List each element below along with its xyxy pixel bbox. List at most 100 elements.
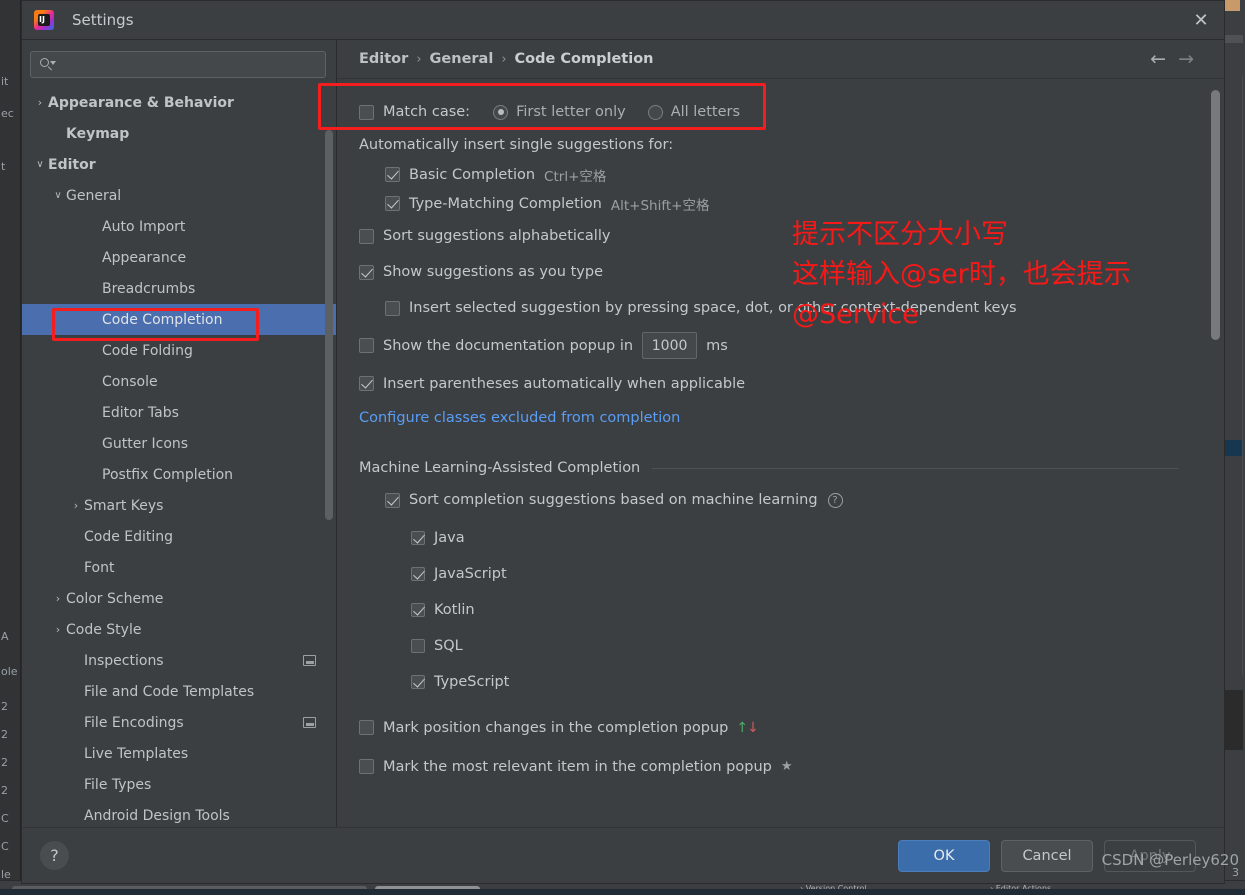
sidebar-item-general[interactable]: ∨ General — [22, 180, 336, 211]
sidebar-item-inspections[interactable]: Inspections — [22, 645, 336, 676]
sidebar-item-code-style[interactable]: › Code Style — [22, 614, 336, 645]
arrow-left-icon[interactable]: ← — [1150, 49, 1166, 69]
close-icon[interactable]: ✕ — [1178, 1, 1224, 39]
search-box[interactable] — [30, 51, 326, 78]
type-matching-completion-shortcut: Alt+Shift+空格 — [610, 197, 710, 214]
sidebar-item-font[interactable]: Font — [22, 552, 336, 583]
ml-language-list: Java JavaScript Kotlin SQL TypeScript — [359, 520, 1224, 700]
apply-button: Apply — [1104, 839, 1196, 872]
ml-language-label: SQL — [434, 638, 463, 654]
background-left-label: ole — [1, 665, 18, 678]
sidebar-item-smart-keys[interactable]: › Smart Keys — [22, 490, 336, 521]
sidebar-item-label: Live Templates — [84, 745, 189, 762]
ml-language-label: Kotlin — [434, 602, 475, 618]
ok-button[interactable]: OK — [898, 839, 990, 872]
basic-completion-label: Basic Completion — [409, 166, 536, 183]
sidebar-item-editor[interactable]: ∨ Editor — [22, 149, 336, 180]
sidebar-item-editor-tabs[interactable]: Editor Tabs — [22, 397, 336, 428]
mark-position-checkbox[interactable] — [359, 720, 374, 735]
sort-ml-checkbox[interactable] — [385, 492, 400, 508]
chevron-right-icon[interactable]: › — [50, 593, 66, 604]
sidebar-item-android-design-tools[interactable]: Android Design Tools — [22, 800, 336, 827]
sidebar-item-code-editing[interactable]: Code Editing — [22, 521, 336, 552]
sidebar-item-code-folding[interactable]: Code Folding — [22, 335, 336, 366]
doc-popup-checkbox[interactable] — [359, 338, 374, 353]
sort-alphabetically-checkbox[interactable] — [359, 228, 374, 244]
sidebar-item-postfix-completion[interactable]: Postfix Completion — [22, 459, 336, 490]
all-letters-radio[interactable] — [647, 104, 663, 120]
type-matching-completion-checkbox[interactable] — [385, 196, 400, 211]
ml-language-row-typescript: TypeScript — [411, 664, 1224, 700]
insert-selected-suggestion-checkbox[interactable] — [385, 300, 400, 316]
all-letters-label: All letters — [670, 104, 741, 120]
ml-language-checkbox-typescript[interactable] — [411, 675, 425, 689]
sidebar-item-appearance[interactable]: Appearance — [22, 242, 336, 273]
sidebar-item-auto-import[interactable]: Auto Import — [22, 211, 336, 242]
sidebar-item-code-completion[interactable]: Code Completion — [22, 304, 336, 335]
match-case-checkbox[interactable] — [359, 104, 374, 120]
project-scope-icon — [303, 655, 316, 666]
sidebar-item-file-encodings[interactable]: File Encodings — [22, 707, 336, 738]
ml-language-checkbox-javascript[interactable] — [411, 567, 425, 581]
match-case-row: Match case: First letter only All letter… — [359, 95, 1224, 129]
search-container — [22, 40, 336, 87]
project-scope-icon — [303, 717, 316, 728]
chevron-right-icon[interactable]: › — [50, 624, 66, 635]
dialog-title: Settings — [72, 11, 134, 29]
chevron-down-icon[interactable]: ∨ — [32, 159, 48, 170]
sidebar-item-breadcrumbs[interactable]: Breadcrumbs — [22, 273, 336, 304]
first-letter-only-radio[interactable] — [493, 104, 509, 120]
search-input[interactable] — [60, 57, 317, 72]
insert-parentheses-checkbox[interactable] — [359, 376, 374, 391]
settings-content: Editor › General › Code Completion ← → M… — [337, 40, 1224, 827]
ml-language-row-java: Java — [411, 520, 1224, 556]
sort-alphabetically-row: Sort suggestions alphabetically — [359, 218, 1224, 254]
background-left-label: ec — [1, 107, 14, 120]
settings-dialog: IJ Settings ✕ › Appearance & Behavior Keym… — [21, 0, 1225, 884]
background-left-label: C — [1, 840, 9, 853]
sidebar-item-label: Code Folding — [102, 342, 193, 359]
sidebar-item-file-and-code-templates[interactable]: File and Code Templates — [22, 676, 336, 707]
ml-language-checkbox-sql[interactable] — [411, 639, 425, 653]
doc-popup-row: Show the documentation popup in ms — [359, 326, 1224, 365]
sidebar-item-live-templates[interactable]: Live Templates — [22, 738, 336, 769]
sidebar-item-color-scheme[interactable]: › Color Scheme — [22, 583, 336, 614]
chevron-down-icon[interactable]: ∨ — [50, 190, 66, 201]
doc-popup-delay-input[interactable] — [642, 332, 698, 359]
chevron-right-icon[interactable]: › — [32, 97, 48, 108]
breadcrumb-item-general[interactable]: General — [430, 51, 494, 67]
basic-completion-checkbox[interactable] — [385, 167, 400, 182]
sidebar-item-keymap[interactable]: Keymap — [22, 118, 336, 149]
show-as-you-type-label: Show suggestions as you type — [383, 264, 603, 280]
content-scrollbar[interactable] — [1211, 90, 1220, 340]
sidebar-item-label: Smart Keys — [84, 497, 164, 514]
ml-language-checkbox-kotlin[interactable] — [411, 603, 425, 617]
cancel-button[interactable]: Cancel — [1001, 839, 1093, 872]
background-left-label: 2 — [1, 784, 8, 797]
mark-relevant-checkbox[interactable] — [359, 759, 374, 774]
ml-language-row-kotlin: Kotlin — [411, 592, 1224, 628]
settings-tree[interactable]: › Appearance & Behavior Keymap ∨ Editor ∨ Gene… — [22, 87, 336, 827]
help-icon[interactable]: ? — [827, 492, 843, 508]
sidebar-item-file-types[interactable]: File Types — [22, 769, 336, 800]
background-bottom-band — [0, 889, 1245, 895]
help-button[interactable]: ? — [40, 841, 69, 870]
dialog-titlebar: IJ Settings ✕ — [22, 1, 1224, 40]
sidebar-item-appearance-behavior[interactable]: › Appearance & Behavior — [22, 87, 336, 118]
configure-excluded-classes-link[interactable]: Configure classes excluded from completi… — [359, 410, 680, 426]
breadcrumb: Editor › General › Code Completion ← → — [337, 40, 1224, 79]
type-matching-completion-label: Type-Matching Completion — [409, 195, 602, 212]
arrow-right-icon[interactable]: → — [1178, 49, 1194, 69]
sidebar-item-gutter-icons[interactable]: Gutter Icons — [22, 428, 336, 459]
sort-ml-label: Sort completion suggestions based on mac… — [409, 492, 818, 508]
breadcrumb-item-editor[interactable]: Editor — [359, 51, 408, 67]
mark-position-label: Mark position changes in the completion … — [383, 719, 729, 736]
sidebar-item-console[interactable]: Console — [22, 366, 336, 397]
sidebar-item-label: Editor — [48, 156, 96, 173]
chevron-right-icon[interactable]: › — [68, 500, 84, 511]
show-as-you-type-checkbox[interactable] — [359, 264, 374, 280]
ml-section-title: Machine Learning-Assisted Completion — [359, 460, 641, 476]
sidebar-scrollbar[interactable] — [325, 130, 333, 520]
ml-language-checkbox-java[interactable] — [411, 531, 425, 545]
intellij-idea-icon: IJ — [34, 10, 54, 30]
